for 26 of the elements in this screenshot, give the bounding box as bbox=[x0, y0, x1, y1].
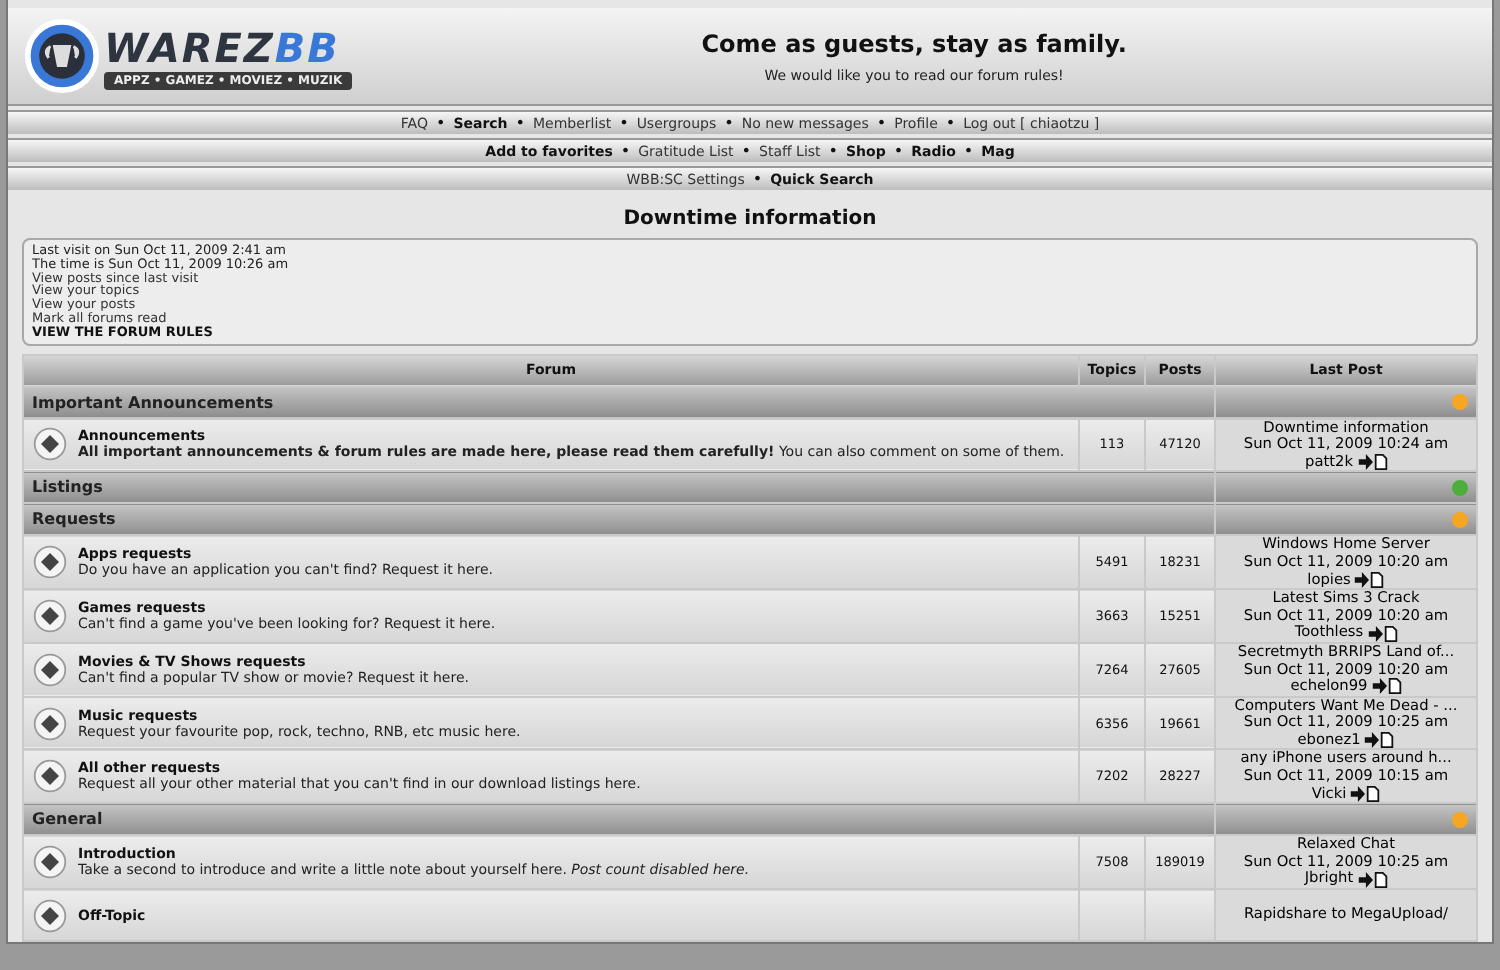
category-title[interactable]: Requests bbox=[23, 503, 1215, 536]
separator: • bbox=[876, 114, 887, 132]
category-title[interactable]: Listings bbox=[23, 471, 1215, 504]
category-title[interactable]: Important Announcements bbox=[23, 386, 1215, 419]
separator: • bbox=[963, 142, 974, 160]
go-to-post-icon[interactable] bbox=[1354, 571, 1385, 588]
separator: • bbox=[945, 114, 956, 132]
go-to-post-icon[interactable] bbox=[1357, 871, 1388, 888]
separator: • bbox=[828, 142, 838, 160]
go-to-post-icon[interactable] bbox=[1350, 785, 1381, 802]
go-to-post-icon[interactable] bbox=[1357, 454, 1387, 471]
go-to-post-icon[interactable] bbox=[1364, 732, 1395, 749]
separator: • bbox=[741, 142, 752, 160]
separator: • bbox=[620, 142, 631, 160]
separator: • bbox=[515, 114, 526, 132]
site-headline: Come as guests, stay as family. bbox=[699, 29, 1129, 57]
separator: • bbox=[752, 170, 763, 188]
go-to-post-icon[interactable] bbox=[1367, 625, 1398, 642]
separator: • bbox=[619, 114, 629, 132]
page-title: Downtime information bbox=[621, 208, 879, 230]
separator: • bbox=[435, 114, 446, 132]
logo-wordmark: WAREZBB bbox=[104, 23, 340, 71]
separator: • bbox=[893, 142, 904, 160]
separator: • bbox=[724, 114, 734, 132]
category-title[interactable]: General bbox=[23, 803, 1215, 836]
go-to-post-icon[interactable] bbox=[1371, 678, 1402, 695]
